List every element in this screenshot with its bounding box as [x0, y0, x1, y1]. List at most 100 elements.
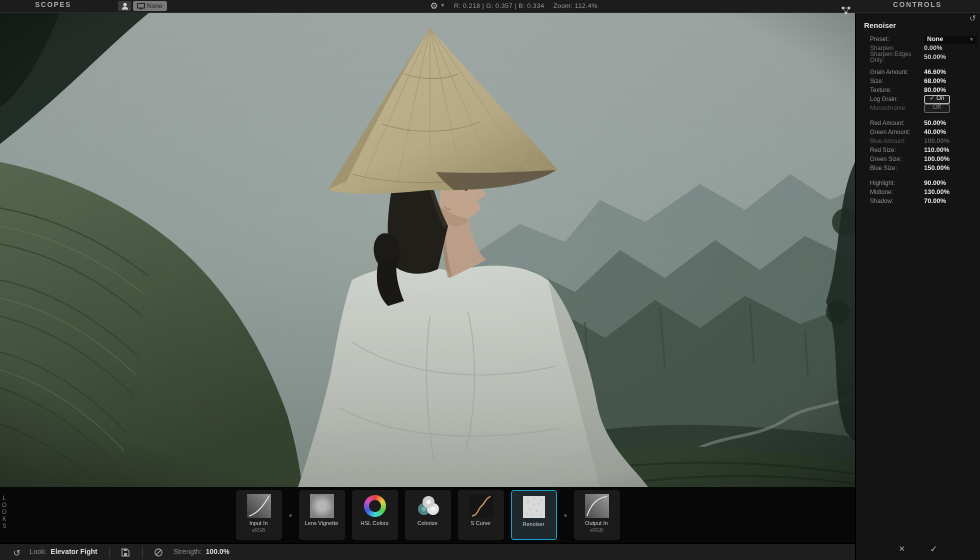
control-row-blue-amount: Blue Amount:100.00% [870, 137, 977, 146]
control-value[interactable]: 100.00% [924, 156, 950, 163]
control-value[interactable]: 110.00% [924, 147, 949, 154]
control-value[interactable]: 90.00% [924, 180, 946, 187]
control-row-size: Size:68.00% [870, 77, 977, 86]
control-label: Blue Size: [870, 166, 924, 172]
monitor-icon [137, 3, 145, 10]
node-colorize[interactable]: Colorize [405, 490, 451, 540]
control-label: Red Size: [870, 148, 924, 154]
top-bar: SCOPES None ⚙ ▼ R: 0.218 | G: 0.357 | B:… [0, 0, 980, 13]
reset-icon[interactable]: ↺ [969, 14, 976, 23]
control-value[interactable]: 0.00% [924, 45, 942, 52]
control-label: Texture: [870, 88, 924, 94]
control-value[interactable]: 50.00% [924, 54, 946, 61]
look-name: Elevator Fight [51, 549, 98, 556]
control-row-sharpen-edges-only: Sharpen Edges Only:50.00% [870, 53, 977, 62]
control-label: Blue Amount: [870, 139, 924, 145]
toggle-log-grain[interactable]: ✓ On [924, 95, 950, 105]
hue-wheel-icon [364, 495, 386, 517]
viewer-settings-button[interactable]: ⚙ ▼ [430, 1, 445, 11]
vignette-icon [310, 494, 334, 518]
gear-icon: ⚙ [430, 1, 438, 11]
user-button[interactable] [118, 1, 131, 11]
node-label: Renoiser [522, 522, 544, 528]
image-viewer[interactable] [0, 12, 855, 487]
control-value[interactable]: 150.00% [924, 165, 950, 172]
control-label: Shadow: [870, 199, 924, 205]
confirm-button[interactable]: ✓ [930, 544, 938, 555]
control-row-midtone: Midtone:130.00% [870, 188, 977, 197]
tool-title: Renoiser [864, 21, 896, 30]
control-value[interactable]: 46.60% [924, 69, 946, 76]
undo-icon[interactable]: ↺ [13, 548, 21, 558]
preset-dropdown[interactable]: None ▼ [924, 36, 977, 44]
node-label: Input In [249, 521, 267, 527]
node-label: HSL Colors [361, 521, 389, 527]
save-icon [121, 548, 130, 557]
control-value[interactable]: 50.00% [924, 120, 946, 127]
node-input-in[interactable]: Input InsRGB [236, 490, 282, 540]
strength-label: Strength: [173, 549, 201, 556]
save-button[interactable] [121, 548, 130, 557]
zoom-readout: Zoom: 112.4% [553, 3, 597, 10]
control-label: Green Size: [870, 157, 924, 163]
node-label: Lens Vignette [305, 521, 339, 527]
rgb-readout: R: 0.218 | G: 0.357 | B: 0.334 [454, 3, 544, 10]
control-row-blue-size: Blue Size:150.00% [870, 164, 977, 173]
chevron-down-icon: ▼ [440, 3, 445, 9]
node-lens-vignette[interactable]: Lens Vignette [299, 490, 345, 540]
s-curve-icon [469, 494, 493, 518]
control-label: Red Amount: [870, 121, 924, 127]
node-sublabel: sRGB [590, 528, 603, 534]
node-connector-dot [564, 514, 567, 517]
control-row-green-size: Green Size:100.00% [870, 155, 977, 164]
control-row-monochrome: Monochrome:Off [870, 104, 977, 113]
controls-header: CONTROLS [855, 2, 980, 9]
look-footer: ↺ Look: Elevator Fight Strength: 100.0% [0, 543, 855, 560]
node-graph-icon[interactable] [841, 2, 851, 20]
control-label: Grain Amount: [870, 70, 924, 76]
node-sublabel: sRGB [252, 528, 265, 534]
colorize-icon [416, 494, 440, 518]
control-value[interactable]: 130.00% [924, 189, 950, 196]
control-row-grain-amount: Grain Amount:46.60% [870, 68, 977, 77]
control-value[interactable]: 70.00% [924, 198, 946, 205]
control-label: Preset: [870, 37, 924, 43]
panel-actions: × ✓ [856, 544, 980, 558]
control-value[interactable]: 80.00% [924, 87, 946, 94]
node-label: S Curve [471, 521, 491, 527]
control-row-shadow: Shadow:70.00% [870, 197, 977, 206]
control-value[interactable]: 40.00% [924, 129, 946, 136]
control-row-highlight: Highlight:90.00% [870, 179, 977, 188]
node-s-curve[interactable]: S Curve [458, 490, 504, 540]
chevron-down-icon: ▼ [969, 37, 974, 43]
person-icon [121, 2, 129, 10]
node-strip: L O O K S Input InsRGBLens VignetteHSL C… [0, 487, 855, 543]
control-label: Size: [870, 79, 924, 85]
node-label: Output In [585, 521, 608, 527]
controls-panel: Renoiser ↺ Preset:None▼Sharpen:0.00%Shar… [855, 12, 980, 560]
node-output-in[interactable]: Output InsRGB [574, 490, 620, 540]
divider [142, 547, 143, 558]
toggle-monochrome[interactable]: Off [924, 104, 950, 114]
control-row-red-size: Red Size:110.00% [870, 146, 977, 155]
viewer-transform-button[interactable]: None [133, 1, 167, 11]
noise-icon [522, 495, 546, 519]
preset-value: None [927, 36, 943, 43]
app-window: SCOPES None ⚙ ▼ R: 0.218 | G: 0.357 | B:… [0, 0, 980, 560]
control-label: Highlight: [870, 181, 924, 187]
control-label: Monochrome: [870, 106, 924, 112]
control-row-log-grain: Log Grain:✓ On [870, 95, 977, 104]
control-value[interactable]: 100.00% [924, 138, 950, 145]
divider [109, 547, 110, 558]
control-row-texture: Texture:80.00% [870, 86, 977, 95]
cancel-button[interactable]: × [899, 544, 905, 555]
node-connector-dot [289, 514, 292, 517]
node-hsl-colors[interactable]: HSL Colors [352, 490, 398, 540]
log-curve-icon [247, 494, 271, 518]
control-value[interactable]: 68.00% [924, 78, 946, 85]
bypass-button[interactable] [154, 548, 163, 557]
node-renoiser[interactable]: Renoiser [511, 490, 557, 540]
strength-value[interactable]: 100.0% [206, 549, 230, 556]
control-row-green-amount: Green Amount:40.00% [870, 128, 977, 137]
scopes-label: SCOPES [35, 2, 71, 9]
